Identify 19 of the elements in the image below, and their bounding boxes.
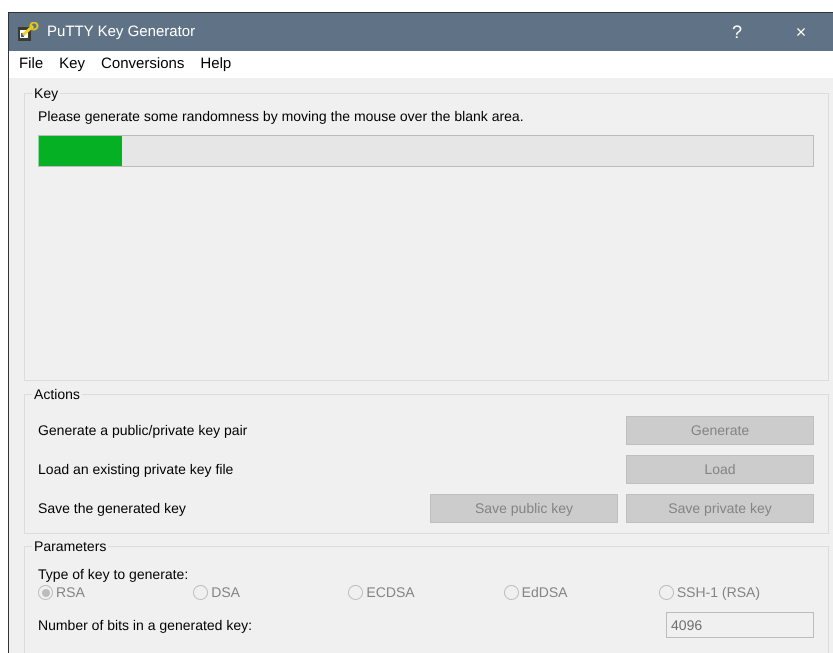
- menu-item[interactable]: Conversions: [93, 53, 192, 76]
- menu-item[interactable]: File: [11, 53, 52, 76]
- instruction-text: Please generate some randomness by moving the mouse over the blank area.: [38, 107, 525, 126]
- action-label: Save the generated key: [38, 499, 187, 518]
- menu-item[interactable]: Key: [51, 53, 94, 76]
- window-title: PuTTY Key Generator: [47, 22, 196, 42]
- action-label: Load an existing private key file: [38, 460, 234, 479]
- app-icon: [17, 22, 39, 42]
- help-button[interactable]: ?: [705, 18, 769, 46]
- action-label: Generate a public/private key pair: [38, 421, 248, 440]
- radio-label: RSA: [56, 583, 85, 602]
- radio-label: EdDSA: [522, 583, 568, 602]
- menu-item[interactable]: Help: [192, 53, 240, 76]
- bits-label: Number of bits in a generated key:: [38, 616, 252, 635]
- close-button[interactable]: ×: [769, 18, 833, 46]
- radio-label: SSH-1 (RSA): [676, 583, 760, 602]
- type-label: Type of key to generate:: [38, 567, 190, 582]
- radio-label: DSA: [211, 583, 240, 602]
- radio-label: ECDSA: [366, 583, 415, 602]
